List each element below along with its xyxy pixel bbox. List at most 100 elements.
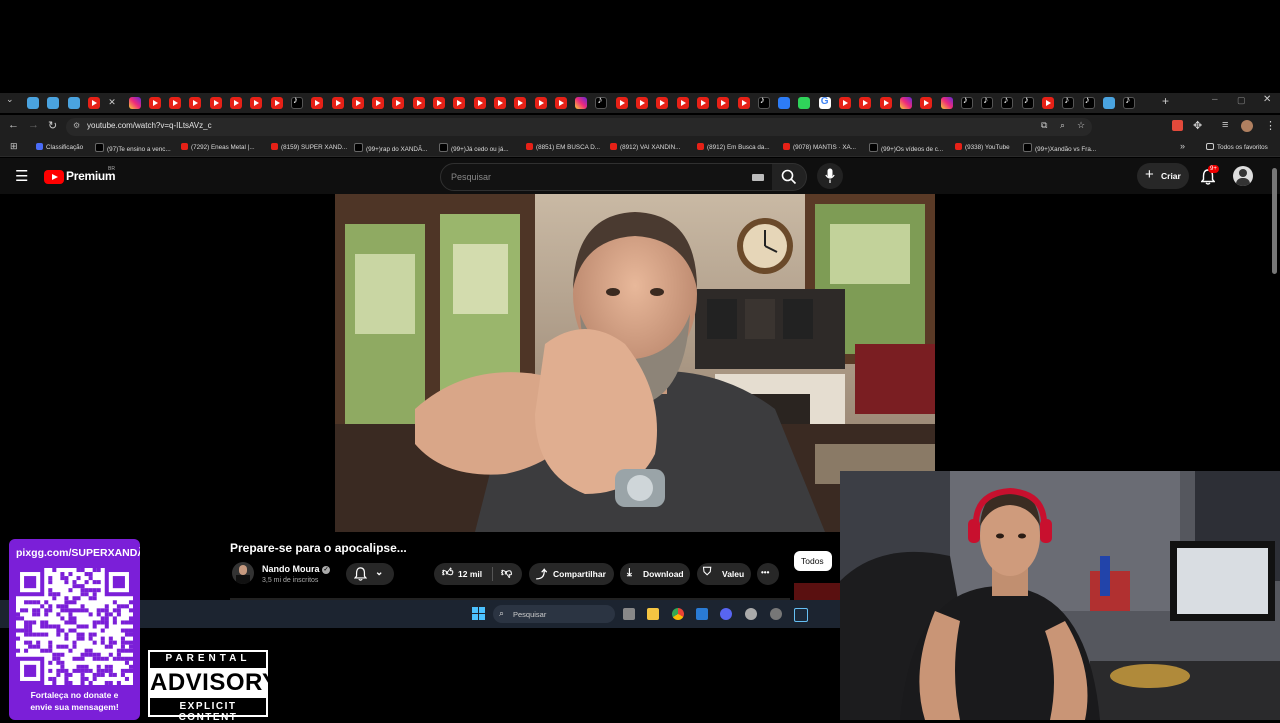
browser-tab[interactable] bbox=[1082, 95, 1095, 109]
browser-tab[interactable] bbox=[493, 97, 506, 109]
settings-icon[interactable] bbox=[770, 608, 782, 620]
browser-tab[interactable] bbox=[676, 97, 689, 109]
bookmark-item[interactable]: (99+)rap do XANDÃ... bbox=[354, 143, 427, 153]
browser-tab[interactable] bbox=[331, 97, 344, 109]
browser-tab[interactable] bbox=[1042, 97, 1054, 109]
menu-hamburger-icon[interactable]: ☰ bbox=[15, 167, 28, 185]
browser-tab[interactable] bbox=[128, 97, 141, 109]
browser-tab[interactable] bbox=[656, 97, 669, 109]
browser-tab[interactable] bbox=[189, 97, 202, 109]
bookmark-item[interactable]: (7292) Eneas Metal |... bbox=[181, 143, 255, 151]
browser-tab[interactable] bbox=[879, 97, 892, 109]
cast-icon[interactable]: ⧉ bbox=[1041, 120, 1047, 131]
windows-start-icon[interactable] bbox=[472, 607, 486, 621]
browser-tab[interactable] bbox=[636, 97, 648, 109]
discord-icon[interactable] bbox=[720, 608, 732, 620]
subscribed-bell-button[interactable]: ⌄ bbox=[346, 563, 394, 585]
channel-avatar[interactable] bbox=[232, 562, 254, 584]
bookmark-item[interactable]: (9338) YouTube bbox=[955, 143, 1010, 151]
browser-tab[interactable] bbox=[270, 97, 283, 109]
dislike-button[interactable]: 👎︎ bbox=[493, 563, 522, 585]
browser-tab[interactable] bbox=[1123, 95, 1136, 109]
browser-tab[interactable] bbox=[412, 97, 425, 109]
bookmark-item[interactable]: (8912) VAI XANDIN... bbox=[610, 143, 680, 151]
bookmark-item[interactable]: Classificação bbox=[36, 143, 83, 151]
browser-tab[interactable] bbox=[1021, 95, 1034, 109]
chrome-icon[interactable] bbox=[672, 608, 684, 620]
browser-tab[interactable] bbox=[47, 97, 60, 109]
browser-tab[interactable] bbox=[899, 97, 912, 109]
channel-name[interactable]: Nando Moura ✓ bbox=[262, 564, 331, 574]
browser-tab[interactable] bbox=[392, 97, 405, 109]
browser-tab[interactable] bbox=[372, 97, 385, 109]
create-button[interactable]: + Criar bbox=[1137, 163, 1189, 189]
browser-menu-icon[interactable]: ⋮ bbox=[1265, 119, 1276, 132]
media-control-icon[interactable]: ≡ bbox=[1222, 119, 1228, 131]
browser-tab[interactable] bbox=[960, 95, 973, 109]
browser-tab[interactable] bbox=[311, 97, 324, 109]
profile-avatar[interactable] bbox=[1241, 120, 1253, 132]
filter-chip-all[interactable]: Todos bbox=[794, 551, 832, 571]
browser-tab[interactable] bbox=[595, 95, 608, 109]
new-tab-button[interactable]: + bbox=[1162, 94, 1169, 108]
thanks-button[interactable]: ⛉ Valeu bbox=[697, 563, 751, 585]
browser-tab[interactable] bbox=[453, 97, 466, 109]
extensions-puzzle-icon[interactable]: ✥ bbox=[1193, 119, 1202, 132]
browser-tab[interactable] bbox=[981, 95, 994, 109]
browser-tab[interactable] bbox=[554, 97, 567, 109]
close-tab-icon[interactable]: ✕ bbox=[108, 97, 120, 109]
suggested-thumbnail[interactable] bbox=[794, 583, 840, 600]
extension-icon[interactable] bbox=[1172, 120, 1183, 131]
bookmark-item[interactable]: (8851) EM BUSCA D... bbox=[526, 143, 600, 151]
bookmark-item[interactable]: (9078) MANTIS · XA... bbox=[783, 143, 856, 151]
obs-icon[interactable] bbox=[745, 608, 757, 620]
browser-tab[interactable] bbox=[473, 97, 486, 109]
zoom-icon[interactable]: ⌕ bbox=[1060, 120, 1065, 131]
more-actions-button[interactable]: ••• bbox=[757, 563, 779, 585]
apps-grid-icon[interactable]: ⊞ bbox=[10, 141, 18, 152]
bookmark-item[interactable]: (8912) Em Busca da... bbox=[697, 143, 770, 151]
taskbar-search[interactable]: ⌕ Pesquisar bbox=[493, 605, 615, 623]
search-input[interactable]: Pesquisar bbox=[440, 163, 774, 191]
browser-tab[interactable] bbox=[514, 97, 527, 109]
browser-tab[interactable] bbox=[351, 97, 364, 109]
share-button[interactable]: ⤴ Compartilhar bbox=[529, 563, 614, 585]
browser-tab[interactable] bbox=[1102, 97, 1115, 109]
bookmark-star-icon[interactable]: ☆ bbox=[1077, 120, 1085, 131]
task-view-icon[interactable] bbox=[623, 608, 635, 620]
tab-search-icon[interactable]: ⌄ bbox=[6, 94, 14, 105]
bookmark-item[interactable]: (97)Te ensino a venc... bbox=[95, 143, 171, 153]
browser-tab[interactable] bbox=[169, 97, 182, 109]
browser-tab[interactable] bbox=[778, 97, 791, 109]
minimize-icon[interactable]: – bbox=[1212, 94, 1218, 105]
bookmark-item[interactable]: (8159) SUPER XAND... bbox=[271, 143, 347, 151]
steam-icon[interactable] bbox=[794, 608, 808, 622]
browser-tab[interactable] bbox=[250, 97, 263, 109]
browser-tab[interactable] bbox=[87, 97, 100, 109]
browser-tab[interactable] bbox=[1001, 95, 1014, 109]
page-scrollbar[interactable] bbox=[1272, 168, 1277, 274]
browser-tab[interactable] bbox=[940, 97, 953, 109]
browser-tab[interactable] bbox=[433, 97, 445, 109]
browser-tab[interactable] bbox=[757, 95, 770, 109]
browser-tab[interactable] bbox=[839, 97, 851, 109]
browser-tab[interactable] bbox=[27, 97, 39, 109]
browser-tab[interactable] bbox=[67, 97, 80, 109]
app-icon[interactable] bbox=[696, 608, 708, 620]
browser-tab[interactable] bbox=[1062, 95, 1075, 109]
search-button[interactable] bbox=[772, 163, 807, 191]
maximize-icon[interactable]: ▢ bbox=[1237, 95, 1246, 106]
download-button[interactable]: ⤓ Download bbox=[620, 563, 690, 585]
browser-tab[interactable] bbox=[798, 97, 811, 109]
close-window-icon[interactable]: ✕ bbox=[1263, 94, 1271, 105]
browser-tab[interactable] bbox=[148, 97, 161, 109]
browser-tab[interactable] bbox=[920, 97, 933, 109]
browser-tab[interactable] bbox=[859, 97, 872, 109]
browser-tab[interactable] bbox=[737, 97, 750, 109]
notifications-button[interactable]: 9+ bbox=[1199, 165, 1219, 185]
bookmark-item[interactable]: (99+)Já cedo ou já... bbox=[439, 143, 509, 153]
browser-tab[interactable] bbox=[717, 97, 730, 109]
url-bar[interactable]: ⚙ youtube.com/watch?v=q-ILtsAVz_c ⧉ ⌕ ☆ bbox=[66, 118, 1092, 136]
browser-tab[interactable] bbox=[575, 97, 588, 109]
browser-tab[interactable] bbox=[818, 96, 831, 109]
